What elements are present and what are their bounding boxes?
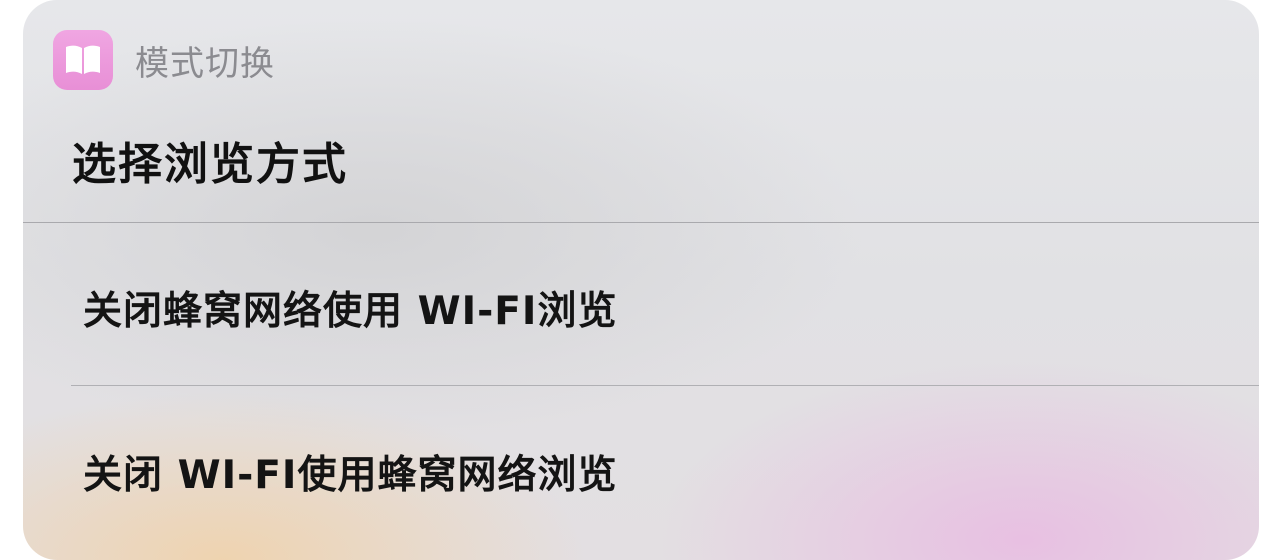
option-divider bbox=[71, 385, 1259, 386]
app-header: 模式切换 bbox=[53, 30, 275, 90]
action-sheet: 模式切换 选择浏览方式 关闭蜂窝网络使用 WI-FI浏览 关闭 WI-FI使用蜂… bbox=[23, 0, 1259, 560]
header-divider bbox=[23, 222, 1259, 223]
book-icon bbox=[53, 30, 113, 90]
option-disable-cellular-use-wifi[interactable]: 关闭蜂窝网络使用 WI-FI浏览 bbox=[23, 228, 1259, 388]
sheet-title: 选择浏览方式 bbox=[72, 139, 348, 190]
option-disable-wifi-use-cellular[interactable]: 关闭 WI-FI使用蜂窝网络浏览 bbox=[23, 392, 1259, 552]
app-name: 模式切换 bbox=[135, 43, 275, 84]
